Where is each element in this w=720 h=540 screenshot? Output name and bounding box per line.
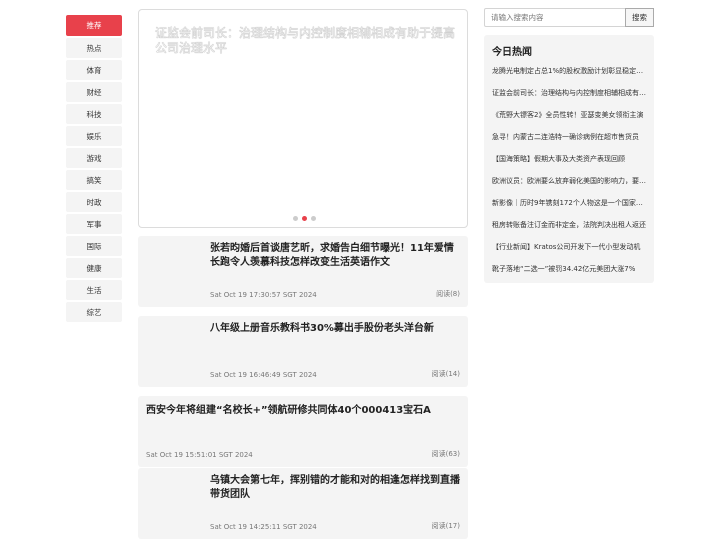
article-read-count: 阅读(17)	[431, 522, 460, 530]
search-button[interactable]: 搜索	[625, 8, 654, 27]
article-card[interactable]: 张若昀婚后首谈唐艺昕，求婚告白细节曝光！11年爱情长跑令人羡慕科技怎样改变生活英…	[138, 236, 468, 307]
article-time: Sat Oct 19 15:51:01 SGT 2024	[146, 451, 253, 459]
nav-item-politics[interactable]: 时政	[66, 192, 122, 212]
hot-news-item[interactable]: 急寻！内蒙古二连浩特一确诊病例在超市售货员	[492, 132, 646, 154]
nav-item-life[interactable]: 生活	[66, 280, 122, 300]
hot-news-item[interactable]: 证监会前司长：治理结构与内控制度相辅相成有助于提高公司治理水平	[492, 88, 646, 110]
hot-news-item[interactable]: 新影像｜历时9年镌刻172个人物这是一个国家的记忆	[492, 198, 646, 220]
nav-item-international[interactable]: 国际	[66, 236, 122, 256]
nav-item-funny[interactable]: 搞笑	[66, 170, 122, 190]
article-card[interactable]: 八年级上册音乐教科书30%募出手股份老头洋台新 Sat Oct 19 16:46…	[138, 316, 468, 387]
article-time: Sat Oct 19 14:25:11 SGT 2024	[210, 523, 317, 531]
carousel-dot-active[interactable]	[302, 216, 307, 221]
nav-item-recommend[interactable]: 推荐	[66, 15, 122, 36]
nav-item-sports[interactable]: 体育	[66, 60, 122, 80]
article-time: Sat Oct 19 16:46:49 SGT 2024	[210, 371, 317, 379]
hot-news-list: 龙腾光电制定占总1%的股权激励计划彰显稳定发展信心 证监会前司长：治理结构与内控…	[492, 66, 646, 286]
article-card[interactable]: 乌镇大会第七年，挥别错的才能和对的相逢怎样找到直播带货团队 Sat Oct 19…	[138, 468, 468, 539]
hero-title[interactable]: 证监会前司长：治理结构与内控制度相辅相成有助于提高公司治理水平	[155, 26, 455, 56]
nav-item-finance[interactable]: 财经	[66, 82, 122, 102]
carousel-dot[interactable]	[311, 216, 316, 221]
hot-news-item[interactable]: 【国海策略】假期大事及大类资产表现回顾	[492, 154, 646, 176]
search-input[interactable]	[484, 8, 626, 27]
hot-news-item[interactable]: 【行业新闻】Kratos公司开发下一代小型发动机	[492, 242, 646, 264]
hot-news-title: 今日热闻	[492, 47, 532, 58]
article-title[interactable]: 西安今年将组建“名校长+”领航研修共同体40个000413宝石A	[146, 404, 462, 418]
hot-news-item[interactable]: 欧洲议员：欧洲要么放弃弱化美国的影响力，要么沦为附庸	[492, 176, 646, 198]
nav-item-tech[interactable]: 科技	[66, 104, 122, 124]
article-read-count: 阅读(63)	[431, 450, 460, 458]
article-title[interactable]: 乌镇大会第七年，挥别错的才能和对的相逢怎样找到直播带货团队	[210, 474, 462, 502]
article-title[interactable]: 张若昀婚后首谈唐艺昕，求婚告白细节曝光！11年爱情长跑令人羡慕科技怎样改变生活英…	[210, 242, 462, 270]
article-title[interactable]: 八年级上册音乐教科书30%募出手股份老头洋台新	[210, 322, 462, 336]
carousel-indicators	[293, 216, 316, 221]
article-time: Sat Oct 19 17:30:57 SGT 2024	[210, 291, 317, 299]
carousel-dot[interactable]	[293, 216, 298, 221]
nav-item-variety[interactable]: 综艺	[66, 302, 122, 322]
nav-item-hot[interactable]: 热点	[66, 38, 122, 58]
nav-item-health[interactable]: 健康	[66, 258, 122, 278]
nav-item-military[interactable]: 军事	[66, 214, 122, 234]
nav-item-games[interactable]: 游戏	[66, 148, 122, 168]
hot-news-item[interactable]: 租房转账备注订金而非定金，法院判决出租人返还	[492, 220, 646, 242]
hero-carousel[interactable]: 证监会前司长：治理结构与内控制度相辅相成有助于提高公司治理水平	[138, 9, 468, 228]
article-read-count: 阅读(14)	[431, 370, 460, 378]
hot-news-item[interactable]: 《荒野大镖客2》全员性转！亚瑟变美女领衔主演	[492, 110, 646, 132]
hot-news-item[interactable]: 龙腾光电制定占总1%的股权激励计划彰显稳定发展信心	[492, 66, 646, 88]
hot-news-panel: 今日热闻 龙腾光电制定占总1%的股权激励计划彰显稳定发展信心 证监会前司长：治理…	[484, 35, 654, 283]
category-sidebar: 推荐 热点 体育 财经 科技 娱乐 游戏 搞笑 时政 军事 国际 健康 生活 综…	[66, 15, 122, 324]
article-card[interactable]: 西安今年将组建“名校长+”领航研修共同体40个000413宝石A Sat Oct…	[138, 396, 468, 467]
article-read-count: 阅读(8)	[436, 290, 460, 298]
hot-news-item[interactable]: 靴子落地“二选一”被罚34.42亿元美团大涨7%	[492, 264, 646, 286]
nav-item-entertainment[interactable]: 娱乐	[66, 126, 122, 146]
